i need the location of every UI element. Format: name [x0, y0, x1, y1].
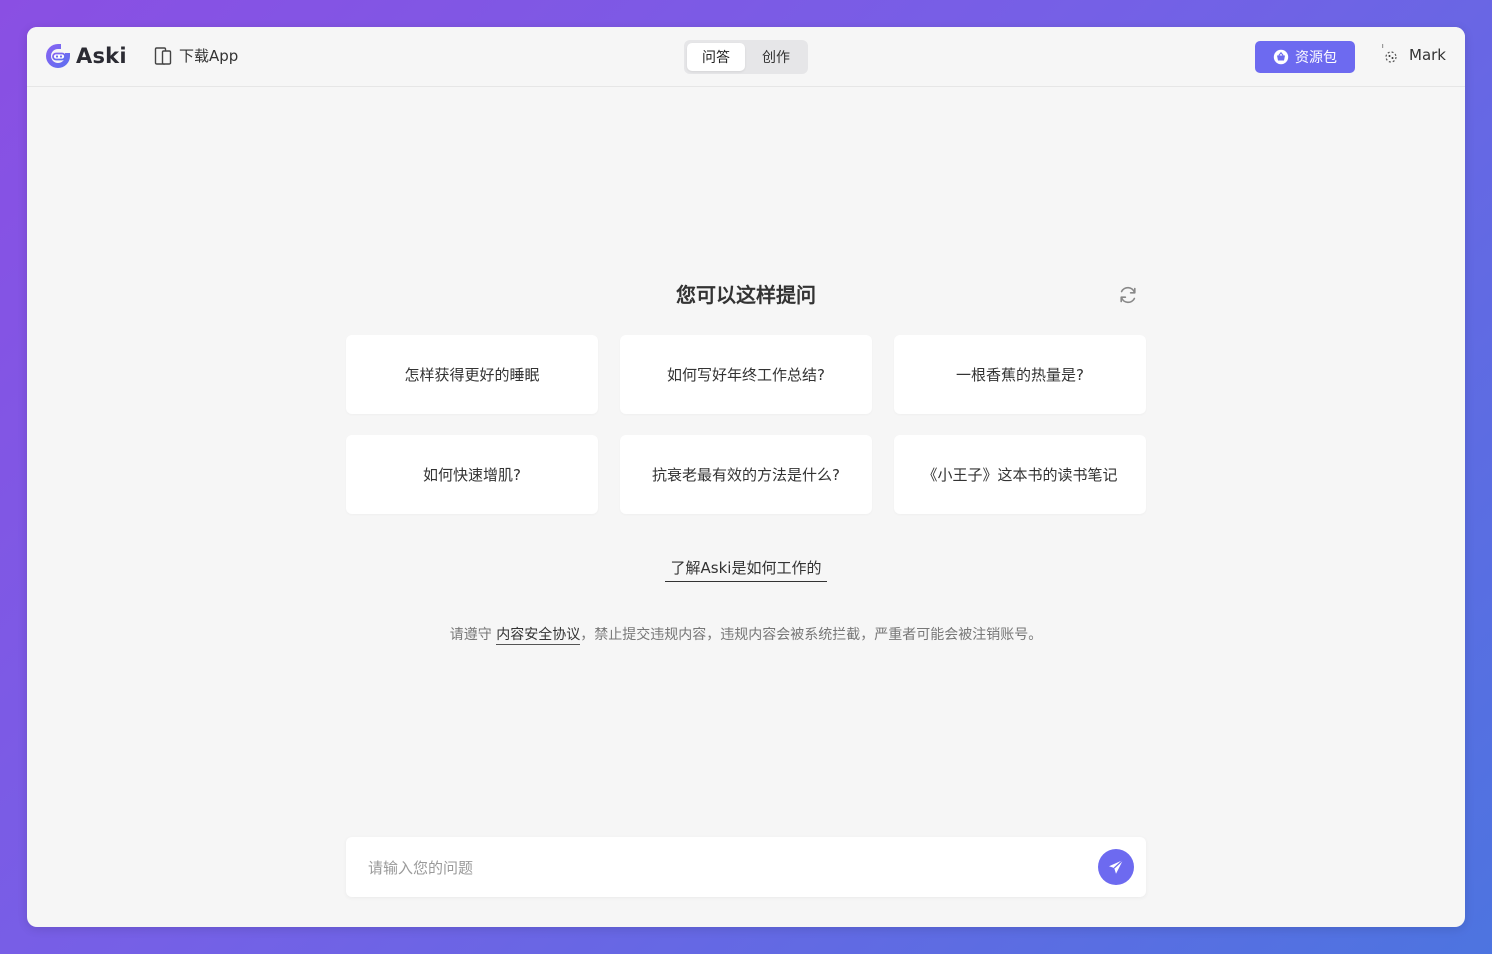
suggestion-card[interactable]: 一根香蕉的热量是? — [894, 335, 1146, 414]
question-input-bar — [346, 837, 1146, 897]
suggestion-card[interactable]: 抗衰老最有效的方法是什么? — [620, 435, 872, 514]
tab-qa[interactable]: 问答 — [687, 43, 745, 71]
download-app-link[interactable]: 下载App — [153, 45, 238, 66]
resource-pack-label: 资源包 — [1295, 50, 1337, 66]
resource-pack-button[interactable]: 资源包 — [1255, 41, 1355, 73]
tab-create[interactable]: 创作 — [747, 43, 805, 71]
send-button[interactable] — [1098, 849, 1134, 885]
basket-icon — [1273, 49, 1289, 65]
content-safety-agreement-link[interactable]: 内容安全协议 — [496, 627, 581, 645]
suggestion-card[interactable]: 《小王子》这本书的读书笔记 — [894, 435, 1146, 514]
top-bar: Aski 下载App 问答 创作 资源包 Mark — [27, 27, 1465, 87]
notice-suffix: ，禁止提交违规内容，违规内容会被系统拦截，严重者可能会被注销账号。 — [580, 627, 1043, 643]
logo[interactable]: Aski — [44, 41, 127, 71]
suggestion-card[interactable]: 如何快速增肌? — [346, 435, 598, 514]
suggestion-card[interactable]: 怎样获得更好的睡眠 — [346, 335, 598, 414]
logo-text: Aski — [76, 44, 127, 68]
content-policy-notice: 请遵守 内容安全协议，禁止提交违规内容，违规内容会被系统拦截，严重者可能会被注销… — [27, 624, 1465, 645]
suggestion-card[interactable]: 如何写好年终工作总结? — [620, 335, 872, 414]
avatar-icon — [1382, 44, 1397, 63]
user-menu[interactable]: Mark — [1381, 44, 1446, 66]
page-title: 您可以这样提问 — [676, 283, 816, 307]
aski-logo-icon — [46, 44, 70, 68]
refresh-icon[interactable] — [1117, 284, 1139, 306]
paper-plane-icon — [1109, 859, 1124, 874]
learn-how-aski-works-link[interactable]: 了解Aski是如何工作的 — [665, 557, 827, 582]
app-window: Aski 下载App 问答 创作 资源包 Mark 您可以这样提问 怎样获得更好… — [27, 27, 1465, 927]
mode-switch: 问答 创作 — [684, 40, 808, 74]
question-input[interactable] — [366, 851, 1070, 885]
user-name: Mark — [1409, 46, 1446, 64]
phone-tablet-icon — [154, 46, 172, 65]
download-app-label: 下载App — [179, 47, 239, 65]
notice-prefix: 请遵守 — [449, 627, 497, 643]
